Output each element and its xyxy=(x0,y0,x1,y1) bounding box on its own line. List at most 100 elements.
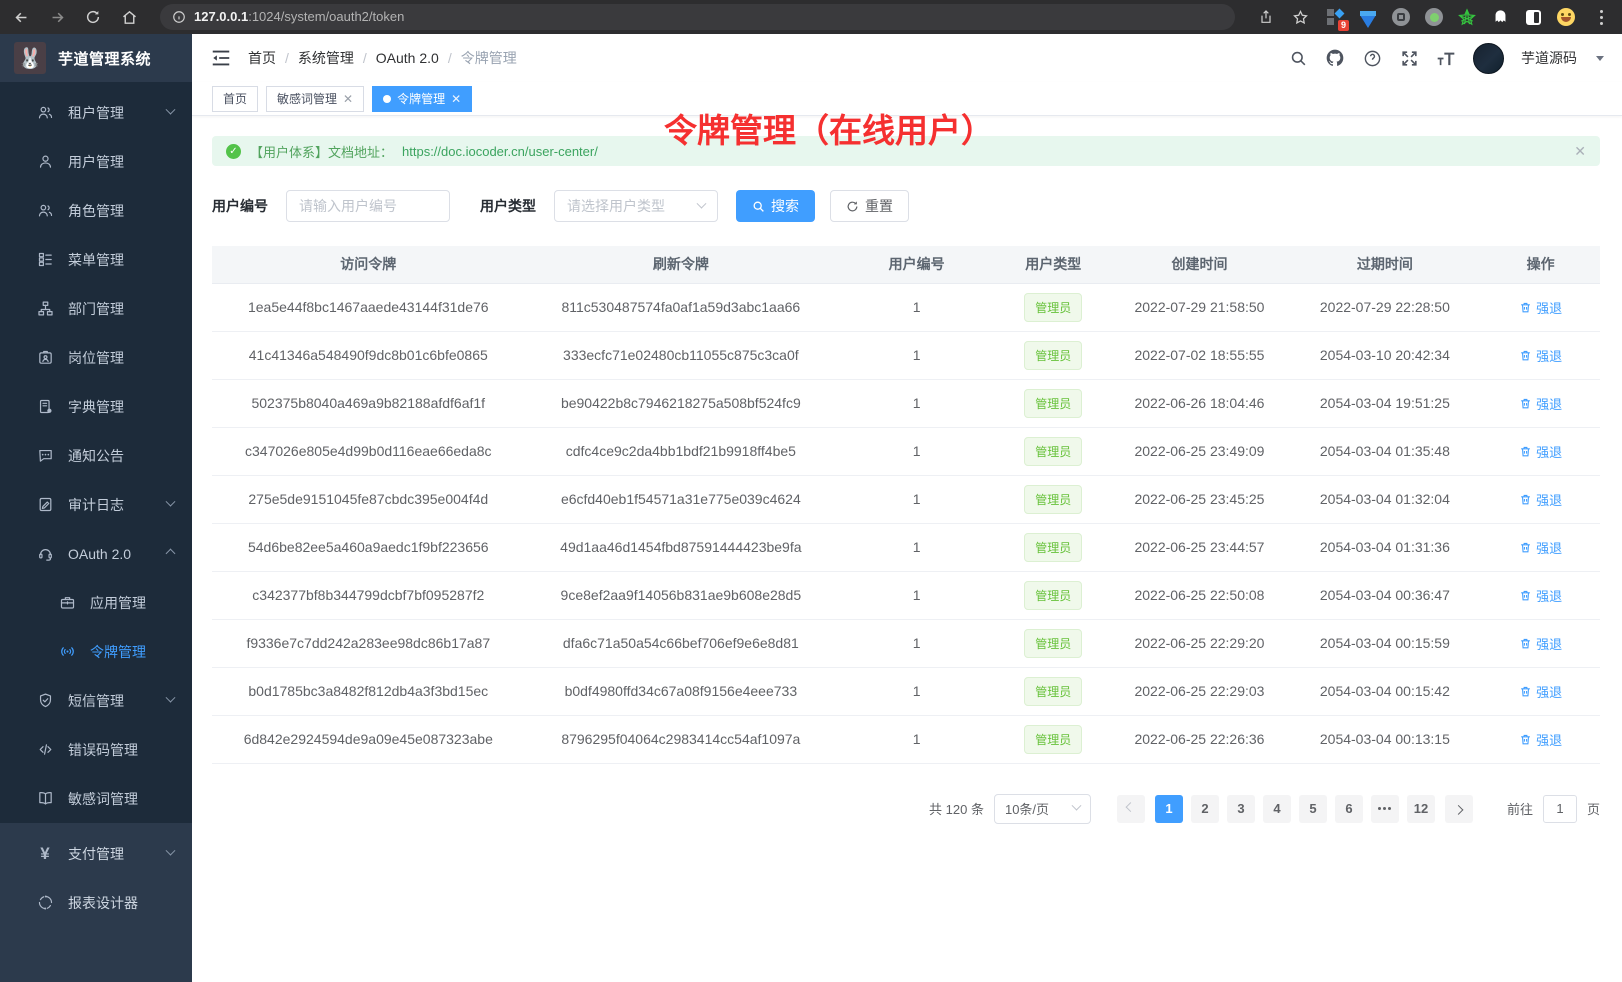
force-logout-button[interactable]: 强退 xyxy=(1519,682,1562,701)
ext-record-icon[interactable] xyxy=(1424,7,1444,27)
ext-command-icon[interactable] xyxy=(1391,7,1411,27)
sidebar-item-pay[interactable]: ¥支付管理 xyxy=(0,829,192,878)
page-button-4[interactable]: 4 xyxy=(1263,795,1291,823)
reset-button[interactable]: 重置 xyxy=(830,190,909,222)
sidebar-item-app[interactable]: 应用管理 xyxy=(0,578,192,627)
sidebar-item-role[interactable]: 角色管理 xyxy=(0,186,192,235)
chevron-down-icon[interactable] xyxy=(1596,56,1604,61)
force-logout-label: 强退 xyxy=(1536,586,1562,605)
fullscreen-icon[interactable] xyxy=(1399,48,1419,68)
sidebar-item-label: 短信管理 xyxy=(68,691,124,711)
extension-strip: 9 xyxy=(1325,7,1576,27)
sidebar-item-tenant[interactable]: 租户管理 xyxy=(0,88,192,137)
goto-page-input[interactable] xyxy=(1543,795,1577,823)
breadcrumb-item[interactable]: 首页 xyxy=(248,48,276,68)
address-bar[interactable]: 127.0.0.1:1024/system/oauth2/token xyxy=(160,4,1235,30)
page-button-3[interactable]: 3 xyxy=(1227,795,1255,823)
alert-close-icon[interactable]: ✕ xyxy=(1574,143,1586,160)
font-size-icon[interactable] xyxy=(1436,48,1456,68)
created-time-cell: 2022-06-25 23:49:09 xyxy=(1110,427,1288,475)
goto-label: 前往 xyxy=(1507,799,1533,818)
ext-star-icon[interactable] xyxy=(1457,7,1477,27)
force-logout-button[interactable]: 强退 xyxy=(1519,538,1562,557)
ext-ghost-icon[interactable] xyxy=(1490,7,1510,27)
forward-icon[interactable] xyxy=(48,8,66,26)
search-icon[interactable] xyxy=(1288,48,1308,68)
sidebar-item-label: OAuth 2.0 xyxy=(68,546,131,562)
sidebar-item-menu[interactable]: 菜单管理 xyxy=(0,235,192,284)
force-logout-button[interactable]: 强退 xyxy=(1519,394,1562,413)
home-icon[interactable] xyxy=(120,8,138,26)
chevron-down-icon xyxy=(166,105,176,115)
column-header: 创建时间 xyxy=(1110,246,1288,283)
column-header: 用户编号 xyxy=(837,246,996,283)
sidebar-item-token[interactable]: 令牌管理 xyxy=(0,627,192,676)
tag-close-icon[interactable]: ✕ xyxy=(451,92,461,106)
page-button-1[interactable]: 1 xyxy=(1155,795,1183,823)
ext-gem-icon[interactable] xyxy=(1358,7,1378,27)
avatar[interactable] xyxy=(1473,43,1504,74)
sidebar-item-post[interactable]: 岗位管理 xyxy=(0,333,192,382)
user-id-input[interactable] xyxy=(286,190,450,222)
sidebar-item-oauth[interactable]: OAuth 2.0 xyxy=(0,529,192,578)
pagination: 共 120 条 10条/页 12345612 前往 页 xyxy=(212,794,1600,854)
reload-icon[interactable] xyxy=(84,8,102,26)
force-logout-button[interactable]: 强退 xyxy=(1519,634,1562,653)
page-button-12[interactable]: 12 xyxy=(1407,795,1435,823)
alert-link[interactable]: https://doc.iocoder.cn/user-center/ xyxy=(402,144,598,159)
back-icon[interactable] xyxy=(12,8,30,26)
sidebar-collapse-icon[interactable] xyxy=(210,47,232,69)
force-logout-button[interactable]: 强退 xyxy=(1519,442,1562,461)
sidebar-item-sms[interactable]: 短信管理 xyxy=(0,676,192,725)
page-button-2[interactable]: 2 xyxy=(1191,795,1219,823)
bookmark-star-icon[interactable] xyxy=(1291,8,1309,26)
sidebar-item-user[interactable]: 用户管理 xyxy=(0,137,192,186)
github-icon[interactable] xyxy=(1325,48,1345,68)
share-icon[interactable] xyxy=(1257,8,1275,26)
page-button-6[interactable]: 6 xyxy=(1335,795,1363,823)
sidebar-item-sensitive[interactable]: 敏感词管理 xyxy=(0,774,192,823)
tag-item[interactable]: 敏感词管理 ✕ xyxy=(266,86,364,112)
tag-active[interactable]: 令牌管理✕ xyxy=(372,86,472,112)
more-pages-button[interactable] xyxy=(1371,795,1399,823)
ext-blocks-icon[interactable]: 9 xyxy=(1325,7,1345,27)
tag-label: 敏感词管理 xyxy=(277,90,337,107)
user-name[interactable]: 芋道源码 xyxy=(1521,48,1577,68)
next-page-button[interactable] xyxy=(1445,795,1473,823)
force-logout-button[interactable]: 强退 xyxy=(1519,298,1562,317)
force-logout-button[interactable]: 强退 xyxy=(1519,490,1562,509)
sidebar-item-audit[interactable]: 审计日志 xyxy=(0,480,192,529)
sidebar-item-dept[interactable]: 部门管理 xyxy=(0,284,192,333)
prev-page-button[interactable] xyxy=(1117,795,1145,823)
sidebar-item-errcode[interactable]: 错误码管理 xyxy=(0,725,192,774)
page-button-5[interactable]: 5 xyxy=(1299,795,1327,823)
breadcrumb-item[interactable]: 系统管理 xyxy=(298,48,354,68)
tenant-icon xyxy=(36,104,54,122)
ext-sidepanel-icon[interactable] xyxy=(1523,7,1543,27)
force-logout-button[interactable]: 强退 xyxy=(1519,346,1562,365)
refresh-token-cell: 811c530487574fa0af1a59d3abc1aa66 xyxy=(525,283,838,331)
breadcrumb-item[interactable]: OAuth 2.0 xyxy=(376,50,439,66)
sidebar-item-notice[interactable]: 通知公告 xyxy=(0,431,192,480)
force-logout-label: 强退 xyxy=(1536,682,1562,701)
sidebar-item-dict[interactable]: 字典管理 xyxy=(0,382,192,431)
user-id-cell: 1 xyxy=(837,619,996,667)
tag-close-icon[interactable]: ✕ xyxy=(343,92,353,106)
page-size-select[interactable]: 10条/页 xyxy=(994,794,1091,824)
user-type-select[interactable]: 请选择用户类型 xyxy=(554,190,718,222)
help-icon[interactable] xyxy=(1362,48,1382,68)
content: ✓ 【用户体系】文档地址： https://doc.iocoder.cn/use… xyxy=(192,116,1622,854)
action-cell: 强退 xyxy=(1481,523,1600,571)
expire-time-cell: 2054-03-04 01:35:48 xyxy=(1288,427,1481,475)
app-icon xyxy=(58,594,76,612)
browser-menu-icon[interactable] xyxy=(1592,8,1610,26)
site-info-icon[interactable] xyxy=(172,10,186,24)
logo-bar[interactable]: 🐰 芋道管理系统 xyxy=(0,34,192,82)
search-button[interactable]: 搜索 xyxy=(736,190,815,222)
sidebar-item-report[interactable]: 报表设计器 xyxy=(0,878,192,927)
token-table: 访问令牌刷新令牌用户编号用户类型创建时间过期时间操作 1ea5e44f8bc14… xyxy=(212,246,1600,764)
force-logout-button[interactable]: 强退 xyxy=(1519,586,1562,605)
ext-emoji-icon[interactable] xyxy=(1556,7,1576,27)
force-logout-button[interactable]: 强退 xyxy=(1519,730,1562,749)
tag-item[interactable]: 首页 xyxy=(212,86,258,112)
